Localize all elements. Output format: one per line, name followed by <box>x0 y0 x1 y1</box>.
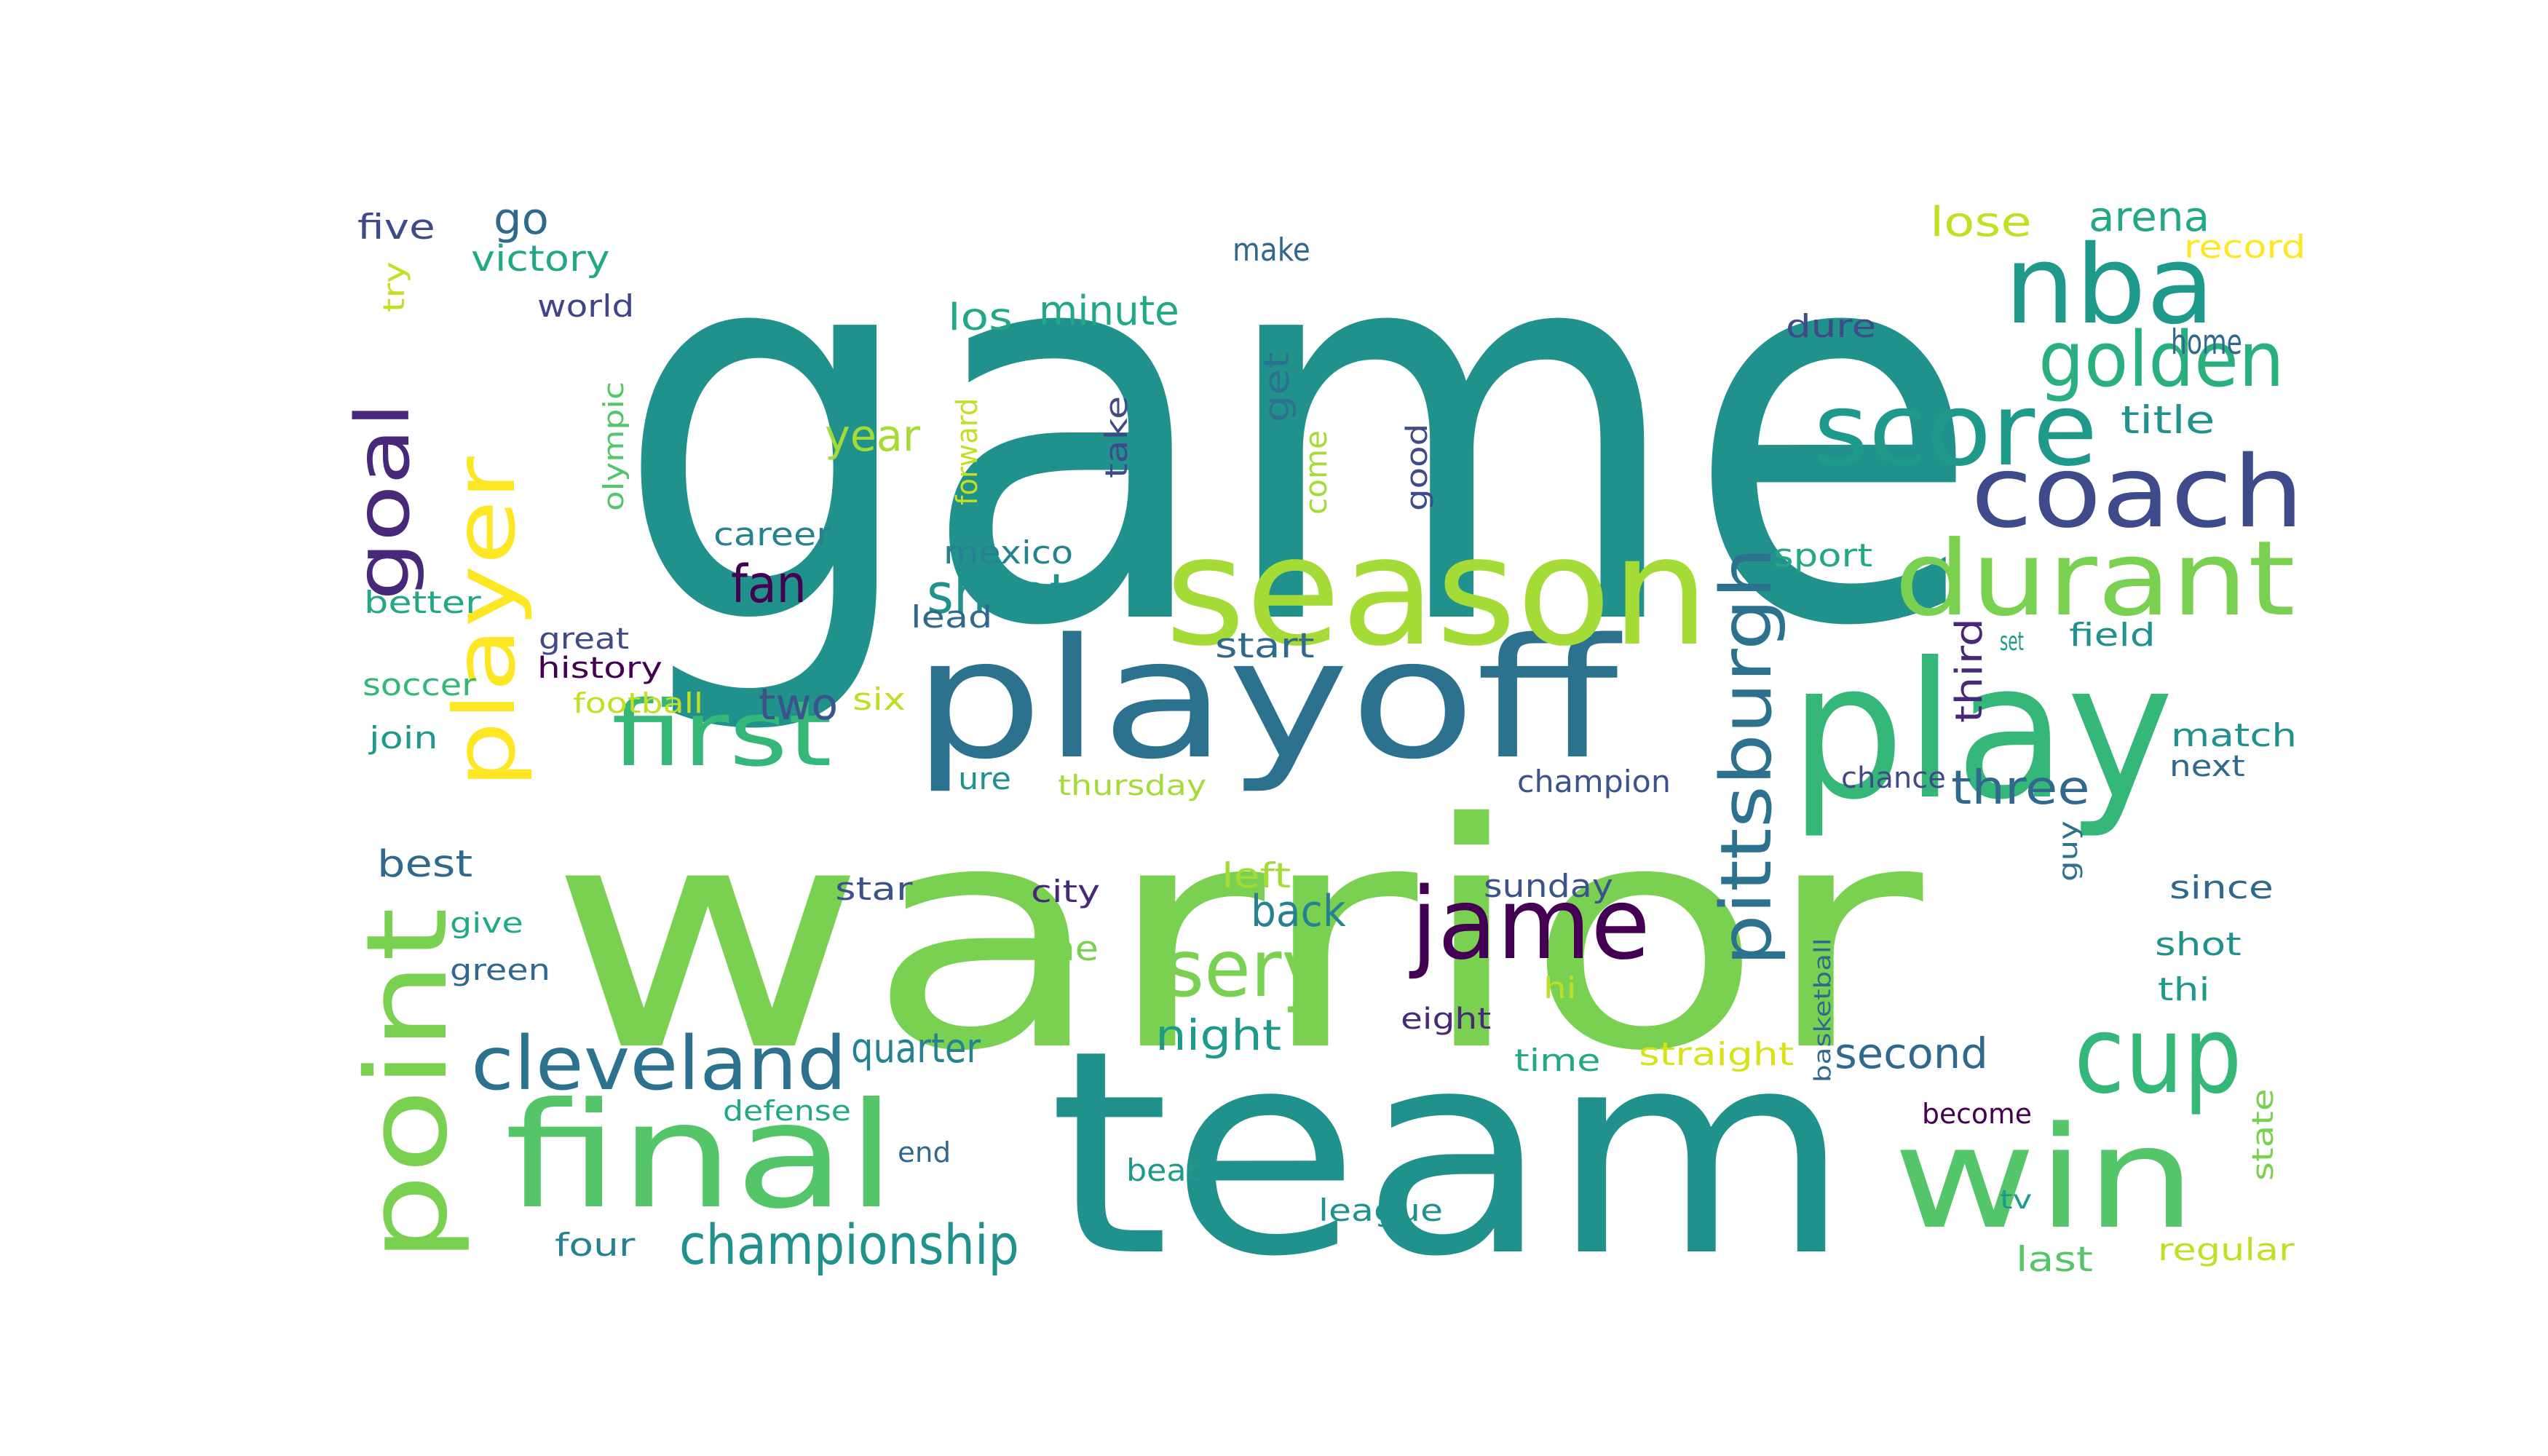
word: minute <box>1039 288 1179 335</box>
word: fan <box>731 554 807 614</box>
word: golden <box>2038 315 2284 404</box>
word: year <box>825 411 921 462</box>
word: victory <box>471 238 610 280</box>
word: three <box>1951 761 2090 815</box>
word: home <box>2171 323 2242 363</box>
word-cloud: game warrior team playoff play season player po… <box>0 0 2548 1456</box>
word: left <box>1222 856 1291 896</box>
word: sport <box>1773 537 1873 574</box>
word: set <box>2000 627 2025 657</box>
word: point <box>343 907 472 1262</box>
word: end <box>898 1136 951 1168</box>
word: six <box>852 681 906 717</box>
word: take <box>1099 395 1134 478</box>
word: football <box>573 687 704 719</box>
word: one <box>1027 929 1099 969</box>
word: cup <box>2074 993 2242 1117</box>
word: sery <box>1165 922 1326 1015</box>
word: back <box>1251 886 1346 937</box>
word: thi <box>2158 971 2210 1008</box>
word: defense <box>723 1095 851 1127</box>
word: come <box>1298 430 1334 515</box>
word: mexico <box>943 534 1074 571</box>
word: third <box>1948 617 1991 723</box>
word: better <box>364 585 481 620</box>
word: record <box>2184 229 2306 266</box>
word: green <box>450 954 550 987</box>
word: guy <box>2054 820 2084 882</box>
word: regular <box>2158 1232 2295 1267</box>
word: los <box>948 296 1013 339</box>
word: goal <box>340 402 427 601</box>
word: history <box>537 652 662 685</box>
word: chance <box>1841 761 1946 795</box>
word: lead <box>911 599 993 635</box>
word: since <box>2169 869 2274 906</box>
word: soccer <box>363 667 476 703</box>
word: two <box>759 679 839 730</box>
word: ure <box>958 761 1011 796</box>
word: go <box>494 194 549 245</box>
word: best <box>377 843 473 886</box>
word: make <box>1233 232 1310 269</box>
word: city <box>1031 874 1101 909</box>
word: join <box>369 720 438 756</box>
word: league <box>1318 1192 1443 1228</box>
word: sunday <box>1484 868 1613 905</box>
word: try <box>378 261 411 312</box>
word: second <box>1835 1029 1988 1078</box>
word: basketball <box>1810 938 1836 1083</box>
word: cleveland <box>471 1021 847 1107</box>
word: career <box>713 516 832 553</box>
word: star <box>835 871 913 908</box>
word: championship <box>679 1212 1019 1277</box>
word: field <box>2069 617 2156 654</box>
word: get <box>1257 352 1297 422</box>
word: beat <box>1126 1152 1199 1188</box>
word: dure <box>1786 308 1877 345</box>
word: quarter <box>851 1025 981 1072</box>
word: good <box>1401 423 1434 511</box>
word: world <box>537 288 635 324</box>
word: night <box>1155 1010 1282 1060</box>
word: five <box>357 207 435 248</box>
word: hi <box>1543 972 1577 1005</box>
word: straight <box>1639 1036 1795 1073</box>
word: state <box>2247 1088 2280 1181</box>
word: four <box>555 1227 636 1264</box>
word: thursday <box>1058 769 1207 802</box>
word: lose <box>1930 199 2032 246</box>
word: olympic <box>598 381 630 511</box>
word: next <box>2169 750 2245 783</box>
word: title <box>2121 398 2215 443</box>
word: last <box>2016 1240 2093 1280</box>
word: match <box>2171 717 2298 754</box>
word: start <box>1215 626 1315 666</box>
word: forward <box>951 397 984 505</box>
word: pittsburgh <box>1706 547 1787 966</box>
word: give <box>450 907 523 939</box>
word: tv <box>2000 1185 2033 1215</box>
word: eight <box>1401 1002 1492 1036</box>
word: shot <box>2155 926 2242 963</box>
word: champion <box>1517 764 1671 799</box>
word: time <box>1514 1042 1601 1078</box>
word: great <box>539 622 630 656</box>
word: player <box>436 456 534 788</box>
word: become <box>1922 1098 2032 1130</box>
